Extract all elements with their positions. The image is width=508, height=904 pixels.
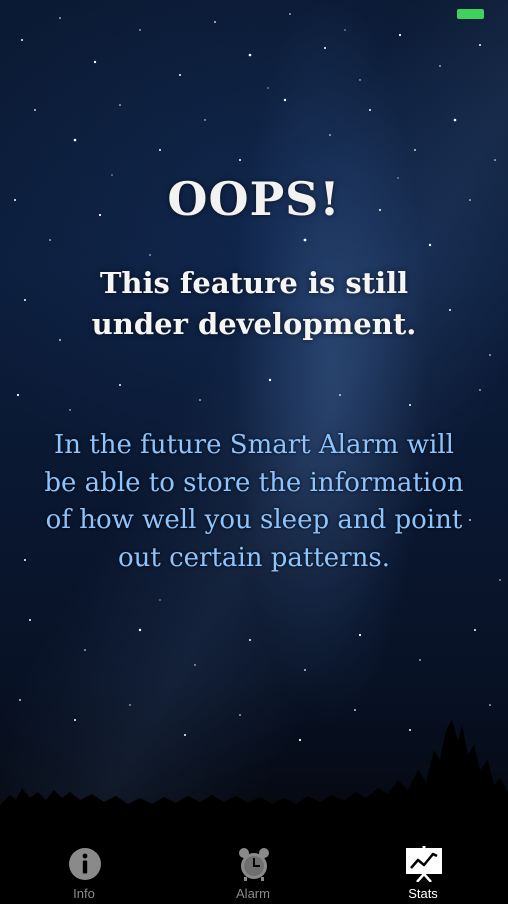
tab-alarm-label: Alarm xyxy=(236,886,270,901)
tab-info-label: Info xyxy=(73,886,95,901)
alarm-clock-icon xyxy=(239,848,269,881)
tab-stats-label: Stats xyxy=(408,886,438,901)
treeline-silhouette xyxy=(0,720,508,840)
app-screen: OOPS! This feature is still under develo… xyxy=(0,0,508,904)
page-title: OOPS! xyxy=(167,172,341,226)
tab-alarm[interactable]: Alarm xyxy=(193,840,313,904)
tab-stats[interactable]: Stats xyxy=(363,840,483,904)
info-icon xyxy=(69,848,101,880)
under-development-message: This feature is still under development. xyxy=(91,266,417,341)
feature-description: In the future Smart Alarm will be able t… xyxy=(44,430,464,573)
stats-chart-icon xyxy=(406,846,442,882)
battery-indicator xyxy=(457,9,484,19)
tab-bar: Info Alarm Stats xyxy=(0,840,508,904)
tab-info[interactable]: Info xyxy=(24,840,144,904)
